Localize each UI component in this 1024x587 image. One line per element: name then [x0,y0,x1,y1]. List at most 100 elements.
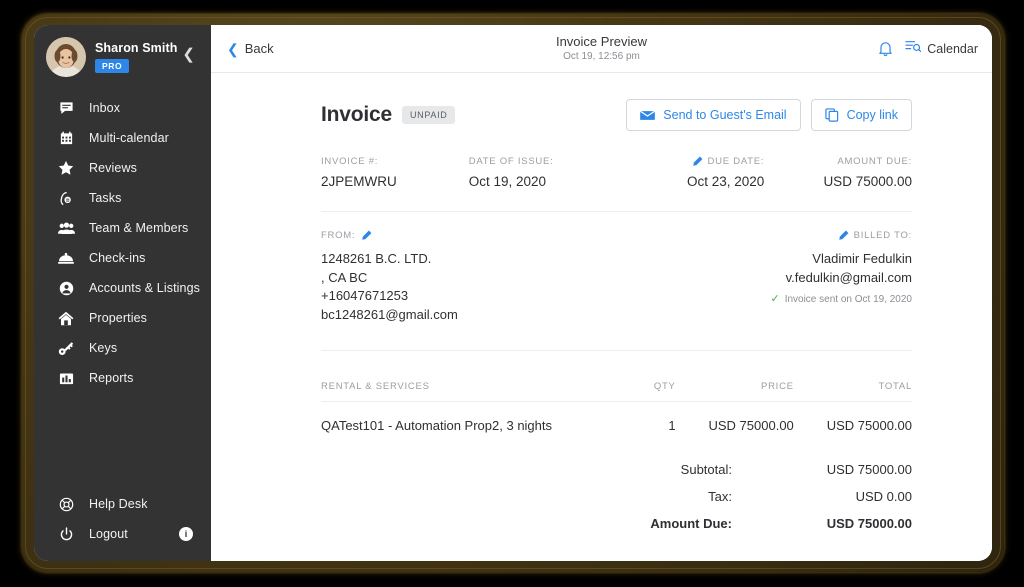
line-items: RENTAL & SERVICES QTY PRICE TOTAL QATest… [321,381,912,436]
date-of-issue-cell: DATE OF ISSUE: Oct 19, 2020 [469,156,617,189]
envelope-icon [640,110,656,121]
bell-icon[interactable] [877,40,894,57]
sidebar-item-properties[interactable]: Properties [34,303,211,333]
sidebar-item-keys[interactable]: Keys [34,333,211,363]
pencil-icon[interactable] [692,156,703,167]
tax-value: USD 0.00 [855,488,912,504]
cell-qty: 1 [668,418,676,433]
avatar[interactable] [46,37,86,77]
totals-row-amount-due: Amount Due: USD 75000.00 [650,516,912,543]
cell-total: USD 75000.00 [826,418,912,433]
chevron-left-icon[interactable]: ❮ [176,43,201,66]
from-line: 1248261 B.C. LTD. [321,251,432,266]
calendar-button[interactable]: Calendar [905,39,978,59]
main-area: ❮ Back Invoice Preview Oct 19, 12:56 pm [211,25,992,561]
invoice-sent-note: ✓ Invoice sent on Oct 19, 2020 [617,293,912,306]
copy-link-label: Copy link [846,108,898,122]
sidebar-item-team-members[interactable]: Team & Members [34,213,211,243]
from-line: bc1248261@gmail.com [321,306,458,322]
sidebar-item-multi-calendar[interactable]: Multi-calendar [34,123,211,153]
totals-table: Subtotal: USD 75000.00 Tax: USD 0.00 Amo… [650,462,912,543]
sidebar-item-label: Help Desk [89,497,148,511]
user-meta: Sharon Smith PRO [95,41,177,74]
power-icon [56,525,76,543]
billed-to-line: v.fedulkin@gmail.com [785,269,912,285]
cell-price: USD 75000.00 [708,418,794,433]
user-name: Sharon Smith [95,40,178,55]
bar-chart-icon [56,369,76,387]
sidebar-item-tasks[interactable]: Tasks [34,183,211,213]
lifebuoy-icon [56,495,76,513]
totals-block: Subtotal: USD 75000.00 Tax: USD 0.00 Amo… [321,462,912,543]
sidebar-item-check-ins[interactable]: Check-ins [34,243,211,273]
chat-icon [56,99,76,117]
copy-link-button[interactable]: Copy link [810,99,912,131]
sidebar-item-inbox[interactable]: Inbox [34,93,211,123]
amount-due-cell: AMOUNT DUE: USD 75000.00 [764,156,912,189]
sidebar-item-label: Properties [89,311,147,325]
subtotal-label: Subtotal: [680,461,732,477]
sidebar-item-label: Keys [89,341,118,355]
sidebar-item-label: Tasks [89,191,122,205]
topbar: ❮ Back Invoice Preview Oct 19, 12:56 pm [211,25,992,73]
back-button[interactable]: ❮ Back [223,37,278,60]
sidebar-item-logout[interactable]: Logout i [34,519,211,549]
party-row: FROM: 1248261 B.C. LTD. , CA BC +1604767… [321,212,912,350]
totals-row-tax: Tax: USD 0.00 [650,489,912,516]
from-line: , CA BC [321,269,368,285]
tax-label: Tax: [708,488,732,504]
due-date-value: Oct 23, 2020 [686,174,765,189]
pencil-icon[interactable] [361,230,372,241]
amount-due-total-value: USD 75000.00 [826,515,912,531]
sidebar-item-accounts-listings[interactable]: Accounts & Listings [34,273,211,303]
amount-due-total-label: Amount Due: [650,515,732,531]
invoice-body: Invoice UNPAID Send to Guest's Email Cop… [211,73,992,561]
send-to-guest-email-button[interactable]: Send to Guest's Email [626,99,801,131]
sidebar-item-label: Inbox [89,101,121,115]
billed-to-label: BILLED TO: [853,230,912,241]
from-label: FROM: [321,230,356,241]
sidebar-item-help-desk[interactable]: Help Desk [34,489,211,519]
people-icon [56,219,76,237]
copy-icon [824,108,839,122]
home-icon [56,309,76,327]
calendar-search-icon [905,39,922,59]
account-circle-icon [56,279,76,297]
calendar-icon [56,129,76,147]
star-icon [56,159,76,177]
sidebar-item-reviews[interactable]: Reviews [34,153,211,183]
divider [321,350,912,351]
sidebar-user-block[interactable]: Sharon Smith PRO ❮ [34,25,211,87]
invoice-sent-text: Invoice sent on Oct 19, 2020 [784,294,912,305]
invoice-number-label: INVOICE #: [321,156,379,167]
date-of-issue-label: DATE OF ISSUE: [468,156,554,167]
info-badge[interactable]: i [179,527,193,541]
invoice-header: Invoice UNPAID Send to Guest's Email Cop… [321,99,912,131]
key-icon [56,339,76,357]
sidebar-item-label: Team & Members [89,221,189,235]
bell-desk-icon [56,249,76,267]
from-label-row: FROM: [321,230,617,241]
invoice-number-cell: INVOICE #: 2JPEMWRU [321,156,469,189]
chevron-left-icon: ❮ [227,40,239,57]
col-header-total: TOTAL [878,381,912,392]
check-icon: ✓ [770,293,780,305]
table-row: QATest101 - Automation Prop2, 3 nights 1… [321,402,912,436]
due-date-label: DUE DATE: [707,156,765,167]
sidebar-item-reports[interactable]: Reports [34,363,211,393]
pencil-icon[interactable] [838,230,849,241]
sidebar-item-label: Check-ins [89,251,146,265]
sidebar-bottom-nav: Help Desk Logout i [34,489,211,561]
from-line: +16047671253 [321,288,409,303]
invoice-title: Invoice [321,103,392,126]
pro-badge: PRO [95,59,130,73]
page-subtitle: Oct 19, 12:56 pm [563,50,640,62]
due-date-label-row: DUE DATE: [617,156,765,167]
amount-due-value: USD 75000.00 [823,174,912,189]
sidebar-item-label: Logout [89,527,128,541]
table-header-row: RENTAL & SERVICES QTY PRICE TOTAL [321,381,912,402]
send-to-guest-email-label: Send to Guest's Email [663,108,787,122]
sidebar-item-label: Reports [89,371,134,385]
col-header-qty: QTY [653,381,676,392]
status-badge: UNPAID [401,106,455,124]
